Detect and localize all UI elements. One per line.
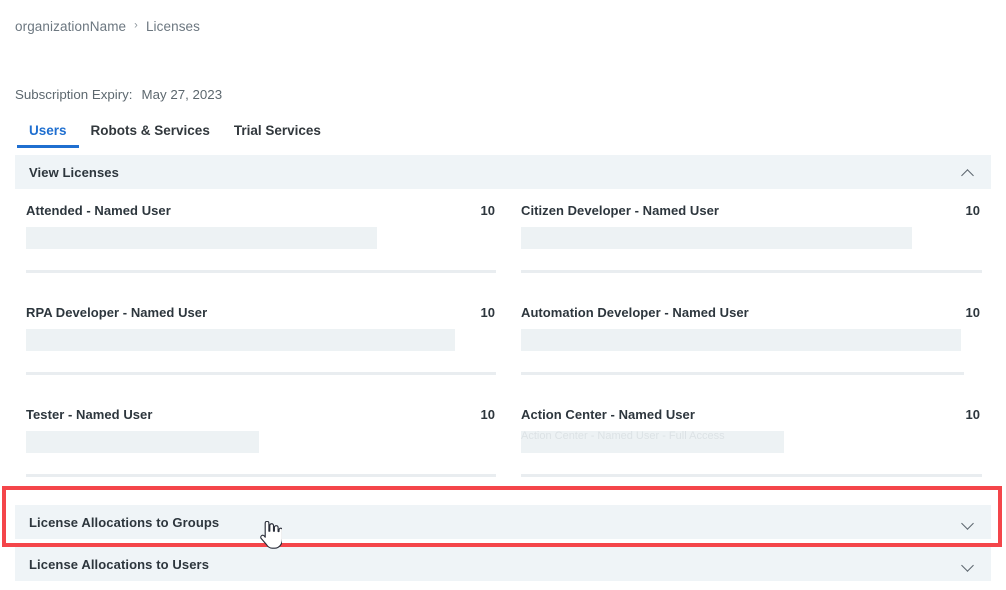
tab-bar: Users Robots & Services Trial Services — [17, 118, 333, 148]
license-name: Action Center - Named User — [521, 407, 695, 422]
subscription-expiry: Subscription Expiry: May 27, 2023 — [15, 87, 222, 102]
panel-title-license-allocations-to-users: License Allocations to Users — [29, 556, 210, 572]
license-divider — [26, 372, 496, 375]
license-divider — [26, 270, 496, 273]
panel-title-view-licenses: View Licenses — [29, 164, 119, 180]
license-divider — [521, 270, 982, 273]
panel-title-license-allocations-to-groups: License Allocations to Groups — [29, 514, 220, 530]
license-divider — [521, 372, 964, 375]
license-card-tester: Tester - Named User 10 — [15, 400, 512, 502]
license-card-automation-developer: Automation Developer - Named User 10 — [512, 298, 991, 400]
license-card-rpa-developer: RPA Developer - Named User 10 — [15, 298, 512, 400]
tab-robots-and-services[interactable]: Robots & Services — [79, 123, 222, 148]
license-name: Tester - Named User — [26, 407, 153, 422]
subscription-expiry-value: May 27, 2023 — [141, 87, 223, 102]
license-name: RPA Developer - Named User — [26, 305, 208, 320]
license-usage-bar — [521, 431, 784, 453]
license-name: Automation Developer - Named User — [521, 305, 749, 320]
breadcrumb-organization[interactable]: organizationName — [15, 19, 126, 34]
license-usage-bar — [26, 227, 377, 249]
license-usage-bar — [521, 227, 912, 249]
license-card-action-center: Action Center - Named User 10 Action Cen… — [512, 400, 991, 502]
license-divider — [26, 474, 496, 477]
license-name: Citizen Developer - Named User — [521, 203, 720, 218]
license-count: 10 — [480, 203, 495, 218]
license-card-citizen-developer: Citizen Developer - Named User 10 — [512, 196, 991, 298]
license-name: Attended - Named User — [26, 203, 171, 218]
breadcrumb-current[interactable]: Licenses — [146, 19, 200, 34]
chevron-up-icon[interactable] — [962, 166, 975, 179]
chevron-down-icon[interactable] — [962, 516, 975, 529]
panel-header-license-allocations-to-users[interactable]: License Allocations to Users — [15, 547, 991, 581]
breadcrumb-separator-icon: › — [134, 19, 138, 32]
chevron-down-icon[interactable] — [962, 558, 975, 571]
tab-trial-services[interactable]: Trial Services — [222, 123, 333, 148]
tab-users[interactable]: Users — [17, 123, 79, 148]
license-grid: Attended - Named User 10 Citizen Develop… — [15, 196, 991, 502]
license-usage-bar — [26, 431, 259, 453]
breadcrumb: organizationName › Licenses — [15, 19, 200, 34]
panel-header-view-licenses[interactable]: View Licenses — [15, 155, 991, 189]
license-count: 10 — [480, 305, 495, 320]
license-card-attended: Attended - Named User 10 — [15, 196, 512, 298]
license-usage-bar — [521, 329, 961, 351]
license-divider — [521, 474, 982, 477]
license-count: 10 — [965, 203, 980, 218]
license-usage-bar — [26, 329, 455, 351]
panel-header-license-allocations-to-groups[interactable]: License Allocations to Groups — [15, 505, 991, 539]
license-count: 10 — [965, 407, 980, 422]
license-count: 10 — [965, 305, 980, 320]
license-count: 10 — [480, 407, 495, 422]
subscription-expiry-label: Subscription Expiry: — [15, 87, 133, 102]
